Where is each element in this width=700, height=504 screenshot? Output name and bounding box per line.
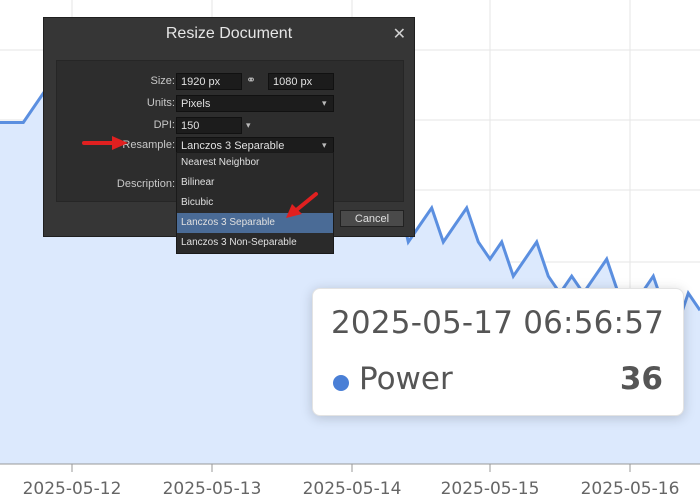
width-input[interactable]: 1920 px xyxy=(176,73,242,90)
dialog-title: Resize Document xyxy=(165,25,293,42)
x-tick-label: 2025-05-15 xyxy=(441,479,540,499)
chart-tooltip: 2025-05-17 06:56:57 Power 36 xyxy=(312,288,684,416)
chevron-down-icon: ▾ xyxy=(322,140,327,150)
annotation-arrow-icon xyxy=(82,136,128,150)
x-tick-label: 2025-05-14 xyxy=(303,479,402,499)
cancel-button[interactable]: Cancel xyxy=(340,210,404,227)
height-input[interactable]: 1080 px xyxy=(268,73,334,90)
x-tick-label: 2025-05-12 xyxy=(23,479,122,499)
annotation-arrow-icon xyxy=(286,192,318,218)
dpi-input[interactable]: 150 xyxy=(176,117,242,134)
series-dot-icon xyxy=(333,375,349,391)
link-icon[interactable]: ⚭ xyxy=(246,73,256,87)
units-select[interactable]: Pixels xyxy=(176,95,334,112)
tooltip-series-name: Power xyxy=(359,361,453,397)
size-label: Size: xyxy=(150,75,175,87)
tooltip-value: 36 xyxy=(619,361,663,397)
units-label: Units: xyxy=(146,97,175,109)
x-axis-ticks: 2025-05-12 2025-05-13 2025-05-14 2025-05-15… xyxy=(23,464,680,499)
x-tick-label: 2025-05-16 xyxy=(581,479,680,499)
tooltip-timestamp: 2025-05-17 06:56:57 xyxy=(331,305,665,341)
chevron-down-icon[interactable]: ▾ xyxy=(246,120,251,131)
dpi-label: DPI: xyxy=(153,119,175,131)
dropdown-option[interactable]: Nearest Neighbor xyxy=(177,153,333,173)
close-icon[interactable]: ✕ xyxy=(393,24,406,44)
x-tick-label: 2025-05-13 xyxy=(163,479,262,499)
description-label: Description: xyxy=(116,178,175,190)
chevron-down-icon: ▾ xyxy=(322,98,327,108)
dropdown-option[interactable]: Lanczos 3 Non-Separable xyxy=(177,233,333,253)
